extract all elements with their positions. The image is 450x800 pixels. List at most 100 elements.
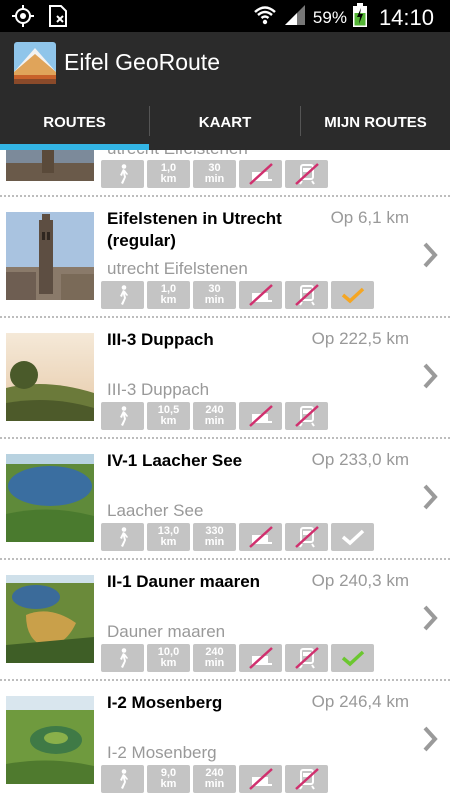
no-wheelchair-badge [239, 281, 282, 309]
route-thumbnail [6, 696, 94, 784]
route-title: II-1 Dauner maaren [107, 572, 261, 591]
route-thumbnail [6, 575, 94, 663]
walk-badge [101, 644, 144, 672]
route-badges: 13,0 km 330 min [101, 523, 374, 551]
list-item-route[interactable]: utrecht Eifelstenen 1,0km 30min [0, 150, 450, 196]
no-transport-badge [285, 160, 328, 188]
chevron-right-icon[interactable] [422, 241, 438, 269]
route-subtitle: I-2 Mosenberg [107, 743, 217, 762]
no-wheelchair-badge [239, 402, 282, 430]
route-thumbnail [6, 454, 94, 542]
tab-mijn-routes[interactable]: MIJN ROUTES [301, 94, 450, 150]
walk-badge [101, 160, 144, 188]
no-transport-icon [294, 284, 319, 306]
no-access-icon [248, 647, 273, 669]
duration-unit: min [204, 415, 225, 427]
app-title: Eifel GeoRoute [64, 49, 220, 75]
clock: 14:10 [378, 4, 434, 30]
completed-badge [331, 523, 374, 551]
chevron-right-icon[interactable] [422, 362, 438, 390]
distance-badge: 9,0 km [147, 765, 190, 793]
no-access-icon [248, 768, 273, 790]
route-title: Eifelstenen in Utrecht (regular) [107, 209, 282, 250]
route-thumbnail [6, 212, 94, 300]
no-transport-icon [294, 647, 319, 669]
no-wheelchair-badge [239, 644, 282, 672]
signal-icon [283, 4, 307, 31]
chevron-right-icon[interactable] [422, 604, 438, 632]
route-subtitle: utrecht Eifelstenen [107, 259, 248, 278]
route-subtitle: Dauner maaren [107, 622, 226, 641]
no-wheelchair-badge [239, 523, 282, 551]
list-item-route[interactable]: I-2 Mosenberg Op 246,4 km I-2 Mosenberg … [0, 681, 450, 799]
route-subtitle: utrecht Eifelstenen [107, 150, 248, 159]
route-title: IV-1 Laacher See [107, 451, 243, 470]
distance-unit: km [160, 415, 177, 427]
duration-unit: min [204, 294, 225, 306]
route-title: I-2 Mosenberg [107, 693, 223, 712]
tab-kaart[interactable]: KAART [150, 94, 300, 150]
distance-badge: 10,0 km [147, 644, 190, 672]
walk-badge [101, 523, 144, 551]
routes-list[interactable]: utrecht Eifelstenen 1,0km 30min [0, 150, 450, 800]
duration-unit: min [204, 536, 225, 548]
check-orange-icon [341, 287, 364, 304]
completed-badge [331, 281, 374, 309]
no-transport-icon [294, 405, 319, 427]
no-transport-icon [294, 768, 319, 790]
gps-icon [12, 5, 34, 32]
distance-unit: km [160, 657, 177, 669]
chevron-right-icon[interactable] [422, 725, 438, 753]
walk-icon [119, 285, 128, 305]
no-access-icon [248, 526, 273, 548]
duration-badge: 240 min [193, 644, 236, 672]
list-item-route[interactable]: II-1 Dauner maaren Op 240,3 km Dauner ma… [0, 560, 450, 678]
no-access-icon [248, 284, 273, 306]
app-logo[interactable] [14, 42, 56, 84]
route-badges: 9,0 km 240 min [101, 765, 328, 793]
chevron-right-icon[interactable] [422, 483, 438, 511]
duration-badge: 330 min [193, 523, 236, 551]
no-transport-badge [285, 402, 328, 430]
walk-icon [119, 769, 128, 789]
wifi-icon [253, 4, 277, 31]
no-wheelchair-badge [239, 160, 282, 188]
list-item-route[interactable]: III-3 Duppach Op 222,5 km III-3 Duppach … [0, 318, 450, 436]
distance-unit: km [160, 173, 177, 185]
distance-unit: km [160, 536, 177, 548]
route-thumbnail [6, 333, 94, 421]
walk-badge [101, 402, 144, 430]
duration-badge: 30 min [193, 281, 236, 309]
no-wheelchair-badge [239, 765, 282, 793]
route-distance: Op 240,3 km [311, 571, 409, 590]
route-subtitle: III-3 Duppach [107, 380, 210, 399]
route-subtitle: Laacher See [107, 501, 204, 520]
walk-badge [101, 281, 144, 309]
duration-badge: 240 min [193, 765, 236, 793]
walk-icon [119, 648, 128, 668]
no-transport-icon [294, 163, 319, 185]
check-white-icon [341, 529, 364, 546]
walk-badge [101, 765, 144, 793]
duration-badge: 30 min [193, 160, 236, 188]
battery-percent: 59% [312, 7, 347, 27]
distance-badge: 10,5 km [147, 402, 190, 430]
distance-badge: 1,0 km [147, 160, 190, 188]
list-item-route[interactable]: Eifelstenen in Utrecht (regular) Op 6,1 … [0, 197, 450, 315]
action-bar: Eifel GeoRoute [0, 32, 450, 94]
sim-icon [48, 5, 68, 32]
duration-unit: min [204, 778, 225, 790]
route-badges: 10,0 km 240 min [101, 644, 374, 672]
distance-unit: km [160, 294, 177, 306]
list-item-route[interactable]: IV-1 Laacher See Op 233,0 km Laacher See… [0, 439, 450, 557]
route-distance: Op 246,4 km [311, 692, 409, 711]
completed-badge [331, 644, 374, 672]
check-green-icon [341, 650, 364, 667]
walk-icon [119, 164, 128, 184]
distance-badge: 13,0 km [147, 523, 190, 551]
no-access-icon [248, 163, 273, 185]
tab-routes[interactable]: ROUTES [0, 94, 149, 150]
route-badges: 1,0 km 30 min [101, 160, 328, 188]
walk-icon [119, 406, 128, 426]
status-bar: 59% 14:10 [0, 0, 450, 32]
